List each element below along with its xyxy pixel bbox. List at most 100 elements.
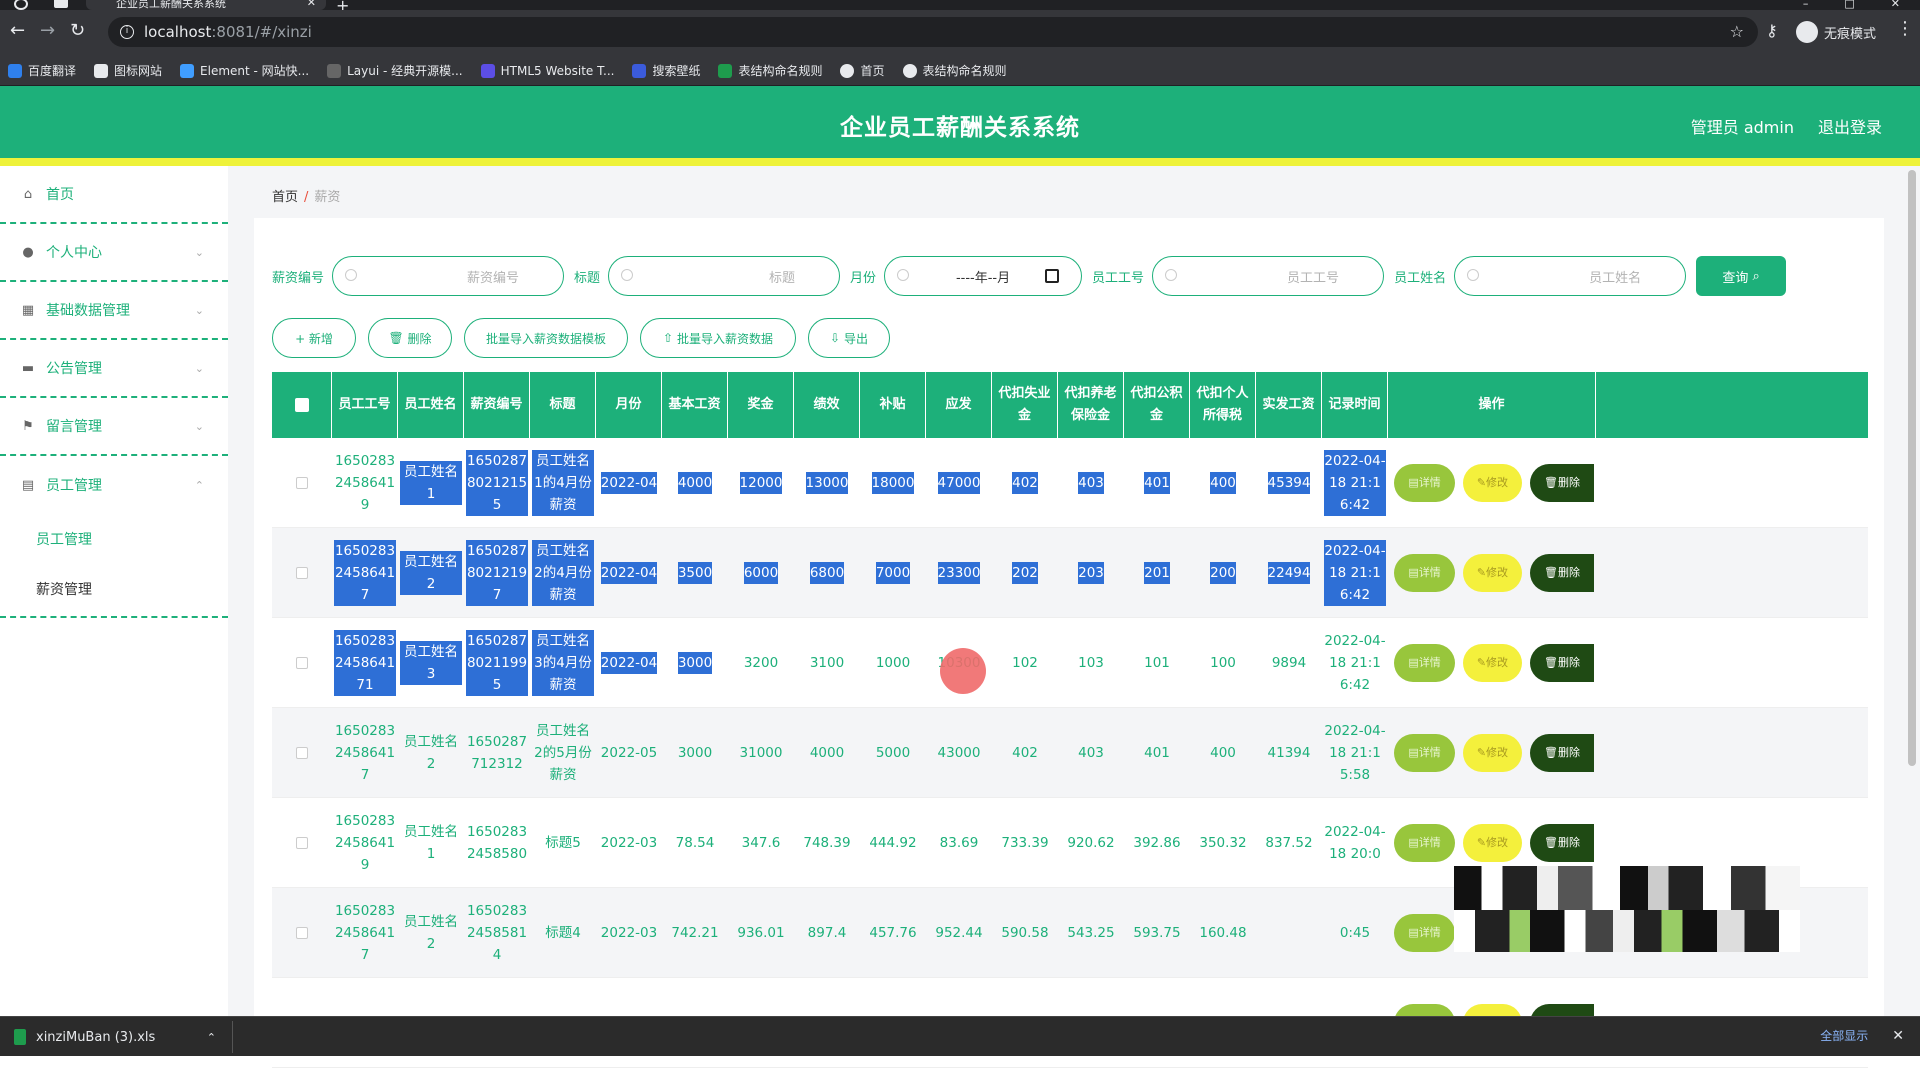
tab-close-icon[interactable]: ✕ — [307, 0, 316, 8]
window-controls: – □ ✕ — [1803, 0, 1920, 10]
sidebar-item-profile[interactable]: ● 个人中心 ⌄ — [0, 224, 228, 282]
edit-button[interactable]: ✎ 修改 — [1462, 553, 1523, 592]
button-label: 详情 — [1418, 925, 1441, 939]
download-item[interactable]: xinziMuBan (3).xls ⌃ — [14, 1025, 232, 1049]
sidebar-item-notice[interactable]: ▬ 公告管理 ⌄ — [0, 340, 228, 398]
logout-link[interactable]: 退出登录 — [1818, 114, 1882, 138]
bookmark-star-icon[interactable]: ☆ — [1730, 17, 1744, 47]
bookmark-item[interactable]: 搜索壁纸 — [632, 62, 700, 79]
close-window-icon[interactable]: ✕ — [1891, 0, 1900, 10]
edit-button[interactable]: ✎ 修改 — [1462, 643, 1523, 682]
row-checkbox[interactable] — [296, 476, 308, 489]
delete-row-button[interactable]: 🗑 删除 — [1530, 463, 1594, 502]
table-cell: 347.6 — [728, 798, 794, 887]
row-actions: ▤ 详情✎ 修改🗑 删除 — [1388, 438, 1596, 527]
row-checkbox[interactable] — [296, 836, 308, 849]
chevron-up-icon[interactable]: ⌃ — [207, 1031, 216, 1044]
sidebar-item-home[interactable]: ⌂ 首页 — [0, 166, 228, 224]
query-button[interactable]: 查询 ⌕ — [1696, 256, 1787, 296]
bookmark-item[interactable]: Element - 网站快... — [180, 62, 309, 79]
bookmark-item[interactable]: 图标网站 — [94, 62, 162, 79]
cell-text: 4000 — [809, 744, 845, 761]
detail-button[interactable]: ▤ 详情 — [1394, 823, 1455, 862]
reload-icon[interactable]: ↻ — [70, 20, 85, 41]
close-icon[interactable]: ✕ — [1892, 1028, 1904, 1044]
cell-text: 员工姓名1 — [404, 823, 458, 862]
bookmark-item[interactable]: 表结构命名规则 — [718, 62, 822, 79]
sidebar-sub-salary-manage[interactable]: 薪资管理 — [0, 564, 228, 614]
bookmark-item[interactable]: 表结构命名规则 — [902, 62, 1007, 79]
key-icon[interactable]: ⚷ — [1766, 21, 1778, 40]
bookmark-item[interactable]: 百度翻译 — [8, 62, 76, 79]
back-icon[interactable]: ← — [10, 20, 25, 41]
export-button[interactable]: ⇩ 导出 — [808, 318, 890, 358]
delete-button[interactable]: 🗑 删除 — [368, 318, 452, 358]
employee-name-input[interactable]: 员工姓名 — [1454, 256, 1687, 296]
sidebar-item-employees[interactable]: ▤ 员工管理 ⌃ — [0, 456, 228, 514]
table-cell: 83.69 — [926, 798, 992, 887]
sidebar-item-messages[interactable]: ⚑ 留言管理 ⌄ — [0, 398, 228, 456]
delete-row-button[interactable]: 🗑 删除 — [1530, 823, 1594, 862]
incognito-label: 无痕模式 — [1824, 26, 1877, 42]
detail-button[interactable]: ▤ 详情 — [1394, 733, 1455, 772]
url-input[interactable]: i localhost:8081/#/xinzi ☆ — [108, 17, 1758, 47]
detail-button[interactable]: ▤ 详情 — [1394, 643, 1455, 682]
forward-icon[interactable]: → — [40, 20, 55, 41]
title-input[interactable]: 标题 — [608, 256, 841, 296]
incognito-profile[interactable]: 无痕模式 — [1796, 18, 1876, 46]
button-label: 详情 — [1418, 475, 1441, 489]
bookmark-item[interactable]: Layui - 经典开源模... — [327, 62, 463, 79]
salary-no-input[interactable]: 薪资编号 — [332, 256, 565, 296]
home-icon: ⌂ — [23, 186, 33, 202]
edit-button[interactable]: ✎ 修改 — [1462, 733, 1523, 772]
cell-text: 16502832458641 7 — [334, 902, 396, 963]
bookmark-item[interactable]: 首页 — [840, 62, 885, 79]
show-all-link[interactable]: 全部显示 — [1820, 1027, 1868, 1044]
sidebar-item-basic-data[interactable]: ▦ 基础数据管理 ⌄ — [0, 282, 228, 340]
button-label: 修改 — [1486, 565, 1509, 579]
table-cell: 202 — [992, 528, 1058, 617]
browser-menu-icon[interactable]: ⋮ — [1896, 18, 1914, 39]
add-button[interactable]: + 新增 — [272, 318, 356, 358]
detail-button[interactable]: ▤ 详情 — [1394, 553, 1455, 592]
maximize-icon[interactable]: □ — [1844, 0, 1854, 10]
import-template-button[interactable]: 批量导入薪资数据模板 — [464, 318, 628, 358]
detail-button[interactable]: ▤ 详情 — [1394, 463, 1455, 502]
edit-button[interactable]: ✎ 修改 — [1462, 463, 1523, 502]
delete-row-button[interactable]: 🗑 删除 — [1530, 643, 1594, 682]
table-cell: 401 — [1124, 438, 1190, 527]
page-scrollbar[interactable] — [1908, 170, 1916, 766]
bookmarks-bar: 百度翻译 图标网站 Element - 网站快... Layui - 经典开源模… — [0, 56, 1920, 86]
calendar-icon[interactable] — [1045, 269, 1060, 283]
minimize-icon[interactable]: – — [1803, 0, 1809, 10]
sidebar-sub-employee-manage[interactable]: 员工管理 — [0, 514, 228, 564]
row-select-cell — [272, 798, 332, 887]
browser-tab[interactable]: 企业员工薪酬关系系统 ✕ — [86, 0, 326, 10]
table-cell: 标题4 — [530, 888, 596, 977]
month-input[interactable]: ----年--月 — [884, 256, 1083, 296]
breadcrumb-home[interactable]: 首页 — [272, 190, 298, 205]
admin-label: 管理员 admin — [1690, 118, 1794, 137]
select-all-checkbox[interactable] — [294, 398, 309, 412]
cell-text: 45394 — [1267, 471, 1311, 494]
delete-row-button[interactable]: 🗑 删除 — [1530, 733, 1594, 772]
delete-row-button[interactable]: 🗑 删除 — [1530, 553, 1594, 592]
row-checkbox[interactable] — [296, 656, 308, 669]
detail-button[interactable]: ▤ 详情 — [1394, 913, 1455, 952]
column-header: 代扣公积金 — [1124, 372, 1190, 438]
row-checkbox[interactable] — [296, 926, 308, 939]
table-cell: 78.54 — [662, 798, 728, 887]
cell-text: 403 — [1078, 744, 1104, 761]
table-cell: 350.32 — [1190, 798, 1256, 887]
row-checkbox[interactable] — [296, 746, 308, 759]
cell-text: 12000 — [739, 471, 783, 494]
cell-text: 员工姓名3的4月份薪资 — [532, 629, 594, 696]
site-info-icon[interactable]: i — [120, 25, 134, 39]
edit-button[interactable]: ✎ 修改 — [1462, 823, 1523, 862]
cell-text: 2022-04 — [600, 471, 658, 494]
import-button[interactable]: ⇧ 批量导入薪资数据 — [640, 318, 796, 358]
employee-no-input[interactable]: 员工工号 — [1152, 256, 1385, 296]
cell-text: 2022-03 — [600, 924, 658, 941]
row-checkbox[interactable] — [296, 566, 308, 579]
bookmark-item[interactable]: HTML5 Website T... — [480, 63, 614, 78]
